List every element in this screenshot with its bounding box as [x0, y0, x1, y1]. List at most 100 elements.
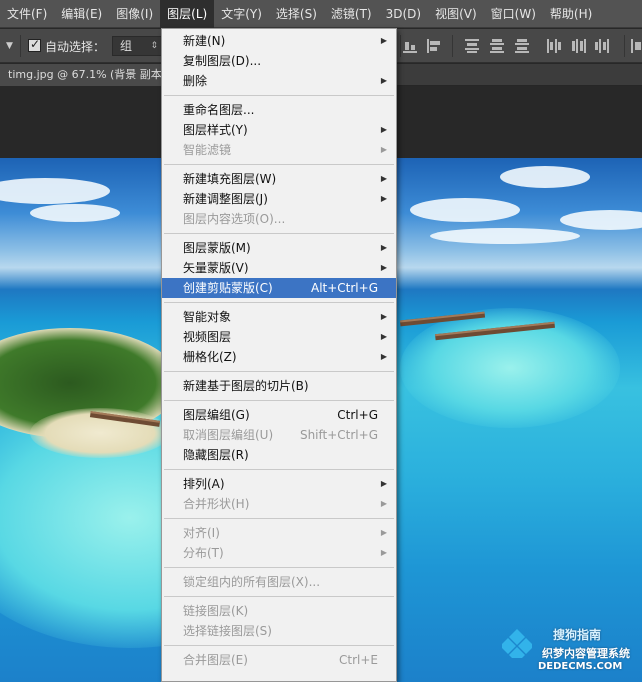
menu-3d[interactable]: 3D(D)	[379, 0, 428, 28]
menu-help[interactable]: 帮助(H)	[543, 0, 599, 28]
cloud	[500, 166, 590, 188]
distribute-right-icon[interactable]	[594, 38, 610, 54]
document-tab[interactable]: timg.jpg @ 67.1% (背景 副本	[0, 64, 168, 86]
menu-separator	[164, 596, 394, 597]
menu-item-label: 分布(T)	[183, 546, 224, 560]
submenu-arrow-icon: ▶	[380, 332, 387, 341]
distribute-hcenter-icon[interactable]	[570, 38, 586, 54]
menu-item-label: 排列(A)	[183, 477, 225, 491]
layer-menu-item[interactable]: 视频图层 ▶	[162, 327, 396, 347]
submenu-arrow-icon: ▶	[380, 76, 387, 85]
menu-separator	[164, 400, 394, 401]
distribute-left-icon[interactable]	[546, 38, 562, 54]
layer-menu-item: 图层内容选项(O)...	[162, 209, 396, 229]
menu-select[interactable]: 选择(S)	[269, 0, 324, 28]
menu-layer[interactable]: 图层(L)	[160, 0, 215, 28]
menu-view[interactable]: 视图(V)	[428, 0, 484, 28]
layer-menu-item[interactable]: 创建剪贴蒙版(C) Alt+Ctrl+G	[162, 278, 396, 298]
menu-filter[interactable]: 滤镜(T)	[324, 0, 379, 28]
menu-item-label: 栅格化(Z)	[183, 350, 237, 364]
layer-menu-item: 取消图层编组(U) Shift+Ctrl+G	[162, 425, 396, 445]
submenu-arrow-icon: ▶	[380, 174, 387, 183]
menu-separator	[164, 645, 394, 646]
menu-type[interactable]: 文字(Y)	[214, 0, 269, 28]
menu-item-label: 重命名图层...	[183, 103, 255, 117]
menu-item-shortcut: Ctrl+E	[339, 653, 378, 667]
submenu-arrow-icon: ▶	[380, 263, 387, 272]
windows-logo-icon	[502, 629, 532, 658]
tool-preset-arrow-icon[interactable]: ▼	[6, 41, 13, 51]
chevron-updown-icon: ⇕	[150, 41, 158, 51]
menu-item-label: 删除	[183, 74, 208, 88]
menu-edit[interactable]: 编辑(E)	[54, 0, 109, 28]
submenu-arrow-icon: ▶	[380, 528, 387, 537]
menu-bar: 文件(F) 编辑(E) 图像(I) 图层(L) 文字(Y) 选择(S) 滤镜(T…	[0, 0, 642, 28]
menu-separator	[164, 302, 394, 303]
menu-item-label: 合并图层(E)	[183, 653, 248, 667]
menu-item-label: 新建调整图层(J)	[183, 192, 268, 206]
options-divider	[20, 35, 21, 57]
submenu-arrow-icon: ▶	[380, 125, 387, 134]
layer-menu-item[interactable]: 新建基于图层的切片(B)	[162, 376, 396, 396]
layer-menu-item[interactable]: 隐藏图层(R)	[162, 445, 396, 465]
layer-menu-item[interactable]: 删除 ▶	[162, 71, 396, 91]
menu-item-label: 新建基于图层的切片(B)	[183, 379, 309, 393]
layer-menu-item[interactable]: 栅格化(Z) ▶	[162, 347, 396, 367]
menu-separator	[164, 233, 394, 234]
menu-item-label: 锁定组内的所有图层(X)...	[183, 575, 321, 589]
layer-menu-item: 合并图层(E) Ctrl+E	[162, 650, 396, 670]
auto-select-label: 自动选择：	[45, 40, 106, 54]
layer-menu-item[interactable]: 新建填充图层(W) ▶	[162, 169, 396, 189]
layer-menu-item[interactable]: 重命名图层...	[162, 100, 396, 120]
submenu-arrow-icon: ▶	[380, 312, 387, 321]
layer-menu-item[interactable]: 图层蒙版(M) ▶	[162, 238, 396, 258]
distribute-top-icon[interactable]	[464, 38, 480, 54]
menu-file[interactable]: 文件(F)	[0, 0, 54, 28]
layer-menu-item: 对齐(I) ▶	[162, 523, 396, 543]
menu-item-label: 智能滤镜	[183, 143, 232, 157]
options-divider	[452, 35, 453, 57]
menu-separator	[164, 518, 394, 519]
layer-menu-item[interactable]: 排列(A) ▶	[162, 474, 396, 494]
watermark-url-text: DEDECMS.COM	[538, 661, 623, 672]
menu-separator	[164, 95, 394, 96]
layer-menu-item[interactable]: 新建(N) ▶	[162, 31, 396, 51]
layer-menu-item[interactable]: 智能对象 ▶	[162, 307, 396, 327]
layer-menu-item[interactable]: 新建调整图层(J) ▶	[162, 189, 396, 209]
submenu-arrow-icon: ▶	[380, 499, 387, 508]
menu-item-shortcut: Ctrl+G	[337, 408, 378, 422]
menu-item-shortcut: Alt+Ctrl+G	[310, 281, 378, 295]
menu-item-label: 图层编组(G)	[183, 408, 250, 422]
submenu-arrow-icon: ▶	[380, 352, 387, 361]
auto-select-checkbox[interactable]	[28, 37, 41, 52]
auto-select-target-dropdown[interactable]: 组 ⇕	[112, 36, 164, 56]
menu-item-label: 图层蒙版(M)	[183, 241, 251, 255]
auto-align-icon[interactable]	[630, 38, 642, 54]
menu-image[interactable]: 图像(I)	[109, 0, 160, 28]
layer-menu-item: 选择链接图层(S)	[162, 621, 396, 641]
cloud	[430, 228, 580, 244]
layer-menu-item[interactable]: 图层编组(G) Ctrl+G	[162, 405, 396, 425]
options-divider	[624, 35, 625, 57]
watermark-cms-text: 织梦内容管理系统	[542, 647, 630, 660]
layer-menu-item[interactable]: 复制图层(D)...	[162, 51, 396, 71]
distribute-bottom-icon[interactable]	[514, 38, 530, 54]
cloud	[0, 178, 110, 204]
layer-menu-item: 合并形状(H) ▶	[162, 494, 396, 514]
menu-item-label: 选择链接图层(S)	[183, 624, 272, 638]
align-bottom-icon[interactable]	[402, 38, 418, 54]
menu-window[interactable]: 窗口(W)	[484, 0, 543, 28]
menu-item-label: 取消图层编组(U)	[183, 428, 274, 442]
layer-menu-item: 分布(T) ▶	[162, 543, 396, 563]
menu-item-label: 对齐(I)	[183, 526, 220, 540]
layer-menu-item[interactable]: 图层样式(Y) ▶	[162, 120, 396, 140]
menu-item-label: 隐藏图层(R)	[183, 448, 249, 462]
align-left-icon[interactable]	[426, 38, 442, 54]
document-tab-title: timg.jpg @ 67.1% (背景 副本	[8, 68, 162, 81]
menu-item-label: 新建(N)	[183, 34, 226, 48]
submenu-arrow-icon: ▶	[380, 36, 387, 45]
distribute-vcenter-icon[interactable]	[489, 38, 505, 54]
menu-item-shortcut: Shift+Ctrl+G	[299, 428, 378, 442]
layer-menu-item[interactable]: 矢量蒙版(V) ▶	[162, 258, 396, 278]
menu-item-label: 视频图层	[183, 330, 232, 344]
